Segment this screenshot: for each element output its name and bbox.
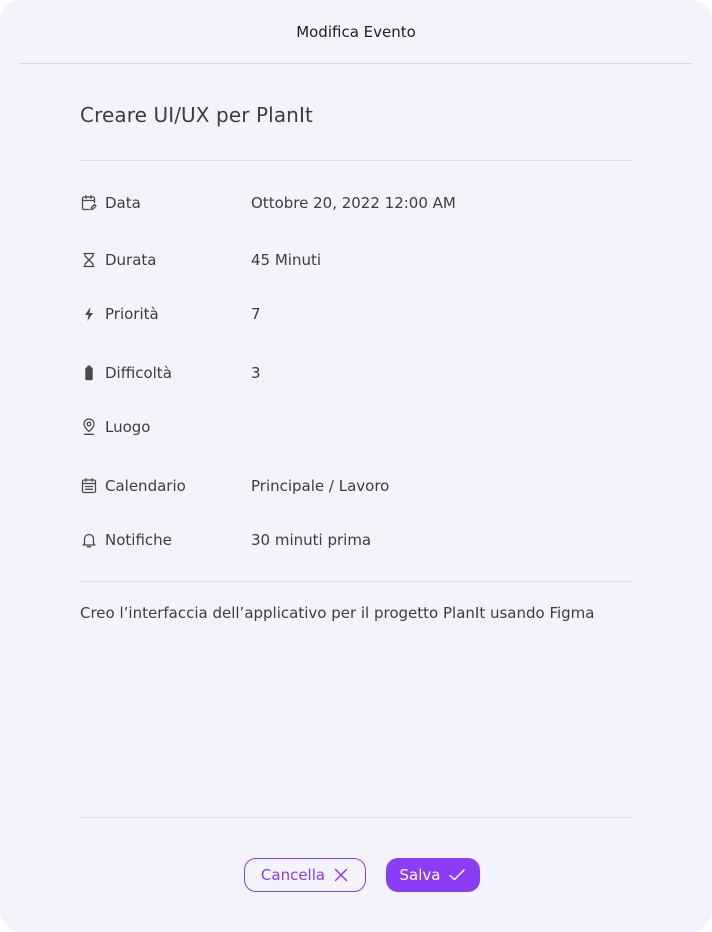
field-value: Ottobre 20, 2022 12:00 AM xyxy=(251,194,456,212)
calendar-icon xyxy=(80,477,98,495)
field-label: Luogo xyxy=(105,418,151,436)
calendar-edit-icon xyxy=(80,194,98,212)
lightning-icon xyxy=(80,305,98,323)
field-label: Difficoltà xyxy=(105,364,172,382)
field-row-data[interactable]: Data Ottobre 20, 2022 12:00 AM xyxy=(80,189,632,217)
battery-icon xyxy=(80,364,98,382)
dialog-title: Modifica Evento xyxy=(296,23,416,41)
field-row-priorita[interactable]: Priorità 7 xyxy=(80,300,632,328)
cancel-button-label: Cancella xyxy=(260,866,326,884)
field-value: 7 xyxy=(251,305,261,323)
field-label: Data xyxy=(105,194,141,212)
header-divider xyxy=(19,63,692,64)
field-row-notifiche[interactable]: Notifiche 30 minuti prima xyxy=(80,526,632,554)
field-label: Notifiche xyxy=(105,531,172,549)
location-pin-icon xyxy=(80,418,98,436)
field-value: 3 xyxy=(251,364,261,382)
bell-icon xyxy=(80,531,98,549)
field-label: Durata xyxy=(105,251,157,269)
field-row-difficolta[interactable]: Difficoltà 3 xyxy=(80,359,632,387)
hourglass-icon xyxy=(80,251,98,269)
footer-divider xyxy=(80,817,632,818)
field-value: Principale / Lavoro xyxy=(251,477,390,495)
save-button[interactable]: Salva xyxy=(386,858,480,892)
field-row-luogo[interactable]: Luogo xyxy=(80,413,632,441)
field-row-durata[interactable]: Durata 45 Minuti xyxy=(80,246,632,274)
save-button-label: Salva xyxy=(399,866,441,884)
event-title[interactable]: Creare UI/UX per PlanIt xyxy=(80,103,313,127)
title-divider xyxy=(80,160,632,161)
checkmark-icon xyxy=(448,867,466,883)
field-value: 30 minuti prima xyxy=(251,531,372,549)
cancel-button[interactable]: Cancella xyxy=(244,858,366,892)
field-label: Calendario xyxy=(105,477,186,495)
fields-divider xyxy=(80,581,632,582)
event-description[interactable]: Creo l’interfaccia dell’applicativo per … xyxy=(80,601,610,625)
field-row-calendario[interactable]: Calendario Principale / Lavoro xyxy=(80,472,632,500)
field-value: 45 Minuti xyxy=(251,251,322,269)
edit-event-dialog: Modifica Evento Creare UI/UX per PlanIt … xyxy=(0,0,712,932)
dialog-header: Modifica Evento xyxy=(0,0,712,64)
field-label: Priorità xyxy=(105,305,159,323)
close-icon xyxy=(333,867,349,883)
